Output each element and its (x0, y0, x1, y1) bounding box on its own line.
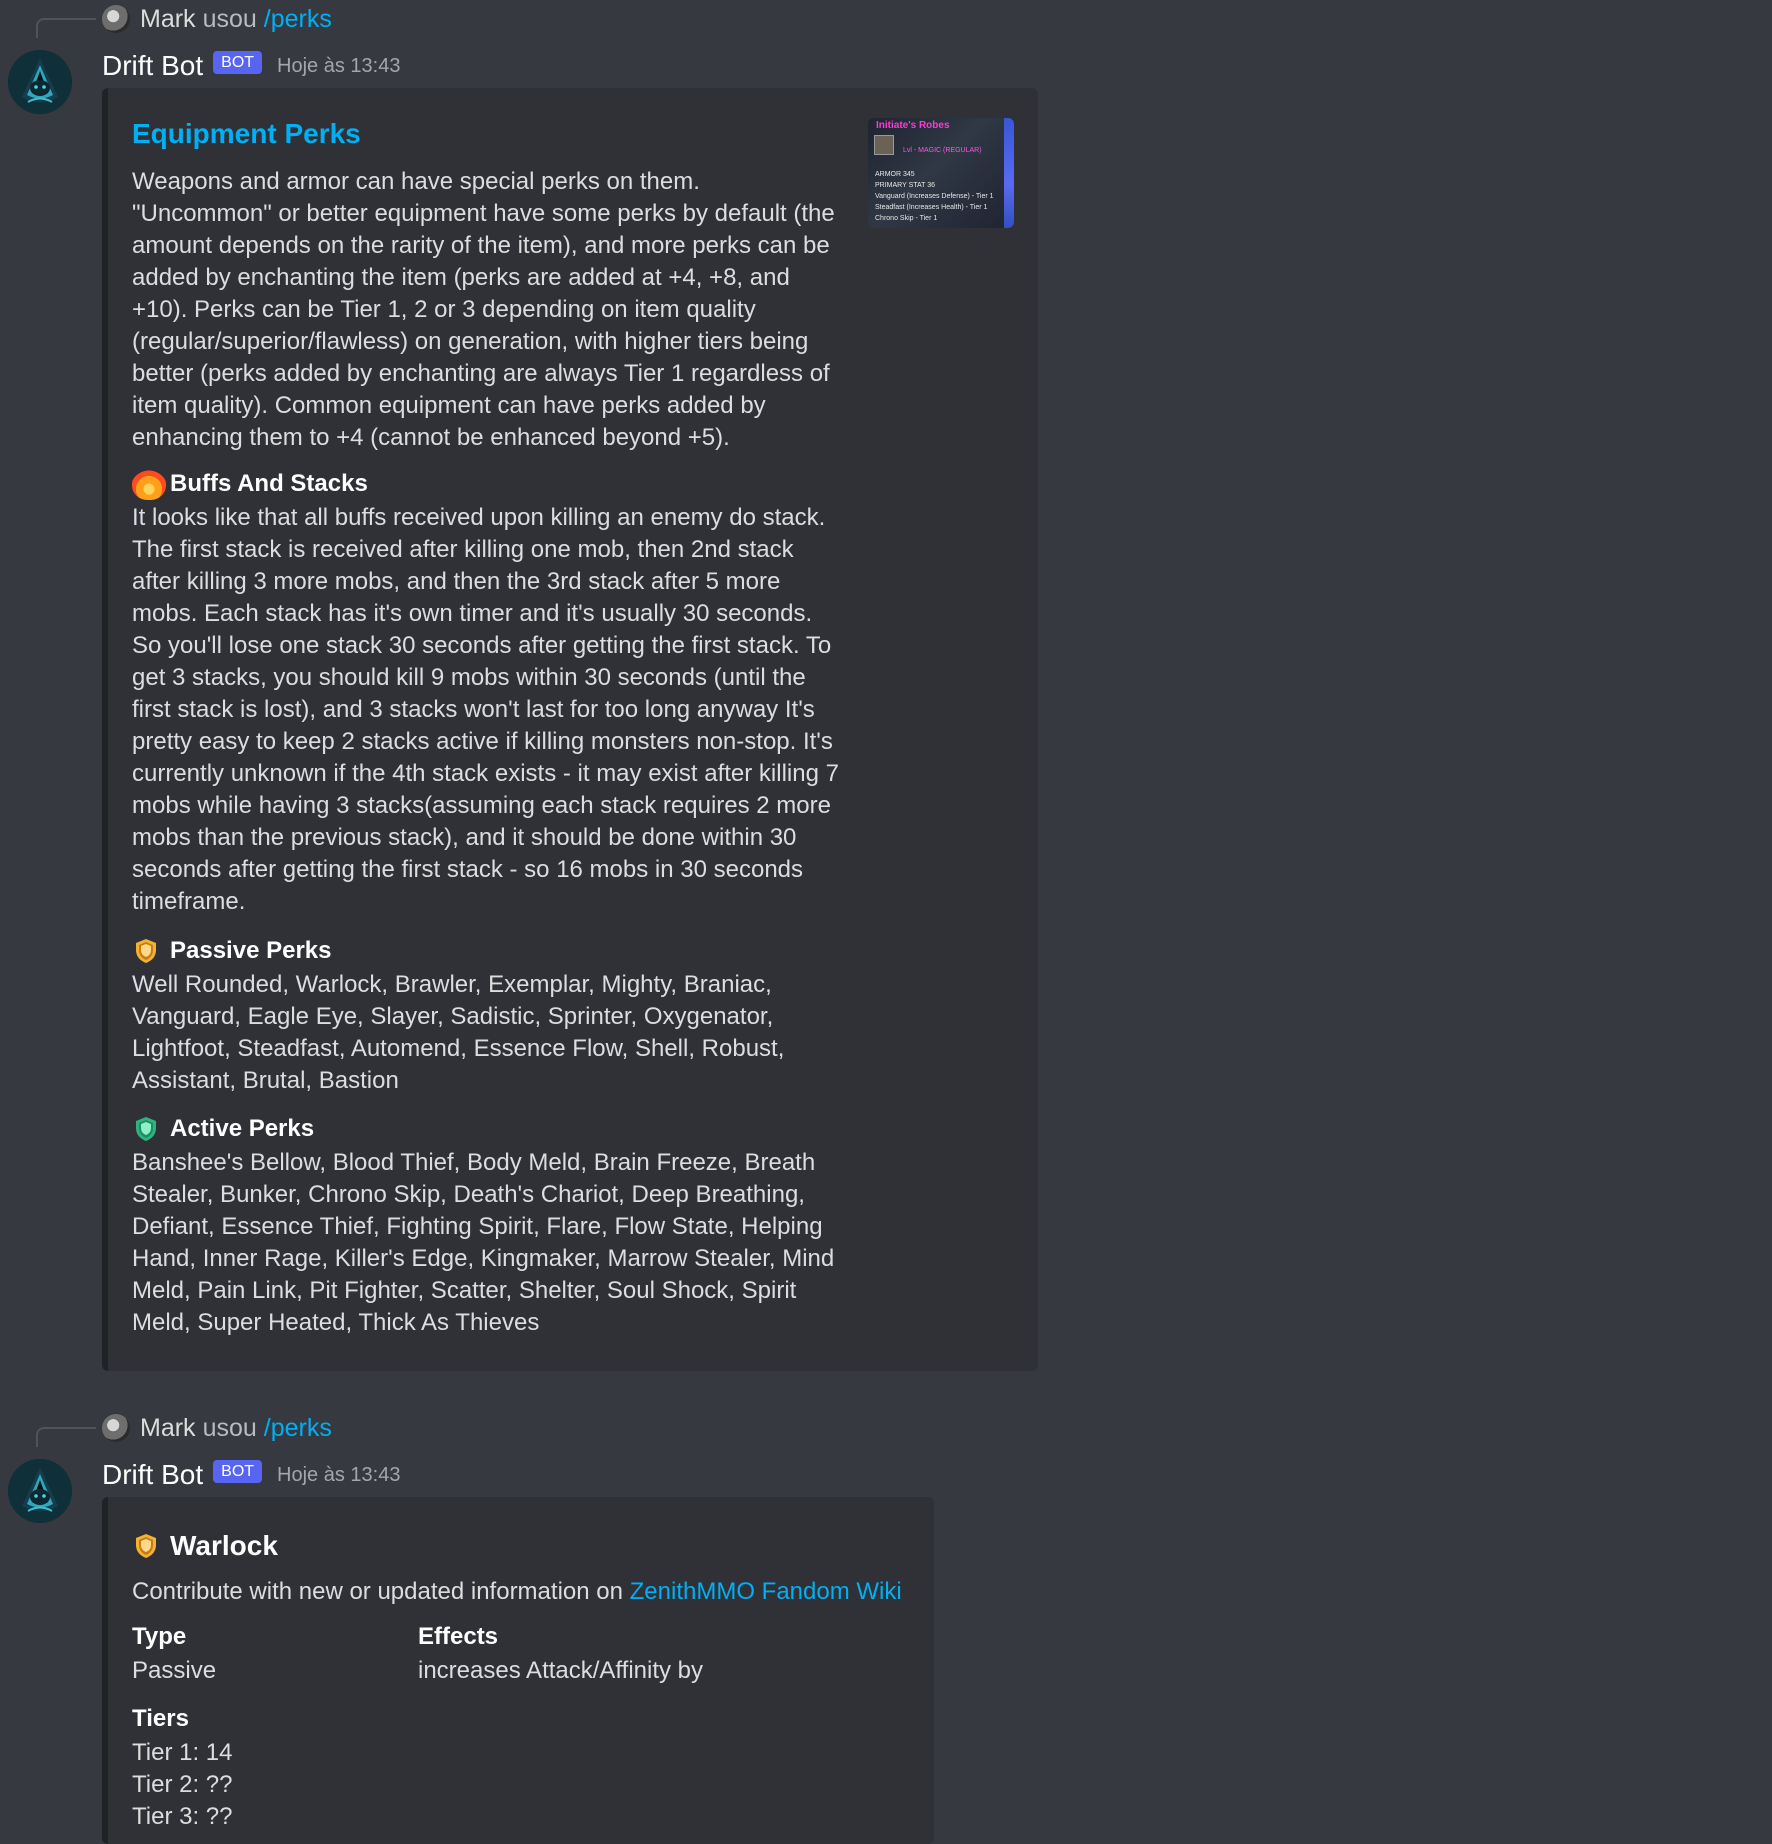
effects-label: Effects (418, 1623, 499, 1650)
robe-icon (874, 135, 894, 155)
drift-bot-avatar[interactable] (8, 50, 72, 114)
message-header: Drift Bot BOT Hoje às 13:43 (102, 47, 400, 85)
embed-description: Weapons and armor can have special perks… (132, 168, 835, 451)
contribute-line: Contribute with new or updated informati… (132, 1576, 922, 1608)
warlock-title: Warlock (170, 1530, 278, 1561)
fandom-wiki-link[interactable]: ZenithMMO Fandom Wiki (630, 1578, 902, 1605)
active-perks-heading: Active Perks (132, 1113, 314, 1145)
reply-connector (36, 1427, 96, 1447)
equipment-thumbnail[interactable]: Initiate's Robes Lvl - MAGIC (REGULAR) A… (868, 118, 1014, 228)
tiers-label: Tiers (132, 1705, 189, 1732)
tier-1-value: Tier 1: 14 (132, 1739, 233, 1766)
reply-username[interactable]: Mark (140, 5, 196, 34)
hooded-figure-icon (8, 1459, 72, 1523)
reply-preview[interactable]: Mark usou /perks (102, 1409, 332, 1447)
buffs-and-stacks-text: It looks like that all buffs received up… (132, 504, 839, 915)
message-timestamp[interactable]: Hoje às 13:43 (277, 55, 400, 78)
message-equipment-perks: Mark usou /perks Drift Bot BOT Hoje às 1… (0, 0, 1772, 1371)
thumbnail-rarity: Lvl - MAGIC (REGULAR) (903, 147, 982, 154)
hooded-figure-icon (8, 50, 72, 114)
active-perks-list: Banshee's Bellow, Blood Thief, Body Meld… (132, 1149, 835, 1336)
tier-3-value: Tier 3: ?? (132, 1803, 233, 1830)
thumbnail-stat-line: PRIMARY STAT 36 (875, 182, 936, 189)
reply-connector (36, 18, 96, 38)
passive-perks-list: Well Rounded, Warlock, Brawler, Exemplar… (132, 971, 785, 1094)
reply-used-text: usou (202, 4, 257, 33)
shield-icon (132, 937, 160, 965)
mark-avatar[interactable] (102, 5, 130, 33)
mark-avatar[interactable] (102, 1414, 130, 1442)
buffs-and-stacks-title: Buffs And Stacks (170, 470, 368, 497)
slash-command[interactable]: /perks (264, 5, 332, 34)
type-value: Passive (132, 1657, 217, 1684)
thumbnail-stat-line: Chrono Skip - Tier 1 (875, 215, 938, 222)
embed-title[interactable]: Equipment Perks (132, 118, 361, 150)
reply-used-text: usou (202, 1413, 257, 1442)
tier-2-value: Tier 2: ?? (132, 1771, 233, 1798)
effects-value: increases Attack/Affinity by (418, 1657, 704, 1684)
thumbnail-stat-line: Vanguard (Increases Defense) - Tier 1 (875, 193, 994, 200)
passive-perks-title: Passive Perks (170, 937, 332, 964)
drift-bot-avatar[interactable] (8, 1459, 72, 1523)
thumbnail-item-title: Initiate's Robes (876, 120, 950, 131)
bot-badge: BOT (213, 50, 263, 74)
shield-icon (132, 1115, 160, 1143)
slash-command[interactable]: /perks (264, 1414, 332, 1443)
shield-icon (132, 1532, 160, 1560)
reply-username[interactable]: Mark (140, 1414, 196, 1443)
passive-perks-heading: Passive Perks (132, 935, 331, 967)
type-label: Type (132, 1623, 187, 1650)
bot-username[interactable]: Drift Bot (102, 50, 203, 82)
bot-badge: BOT (213, 1459, 263, 1483)
thumbnail-sidebar (1004, 118, 1014, 228)
active-perks-title: Active Perks (170, 1115, 315, 1142)
message-timestamp[interactable]: Hoje às 13:43 (277, 1464, 400, 1487)
contribute-prefix: Contribute with new or updated informati… (132, 1578, 623, 1605)
buffs-and-stacks-heading: Buffs And Stacks (132, 468, 368, 500)
warlock-embed: Warlock Contribute with new or updated i… (102, 1497, 934, 1844)
thumbnail-stat-line: ARMOR 345 (875, 171, 915, 178)
thumbnail-stat-line: Steadfast (Increases Health) - Tier 1 (875, 204, 988, 211)
equipment-perks-embed: Equipment Perks Initiate's Robes Lvl - M… (102, 88, 1038, 1371)
message-header: Drift Bot BOT Hoje às 13:43 (102, 1456, 400, 1494)
message-warlock: Mark usou /perks Drift Bot BOT Hoje às 1… (0, 1409, 1772, 1844)
fire-icon (132, 468, 166, 500)
warlock-heading: Warlock (132, 1530, 278, 1562)
reply-preview[interactable]: Mark usou /perks (102, 0, 332, 38)
bot-username[interactable]: Drift Bot (102, 1459, 203, 1491)
